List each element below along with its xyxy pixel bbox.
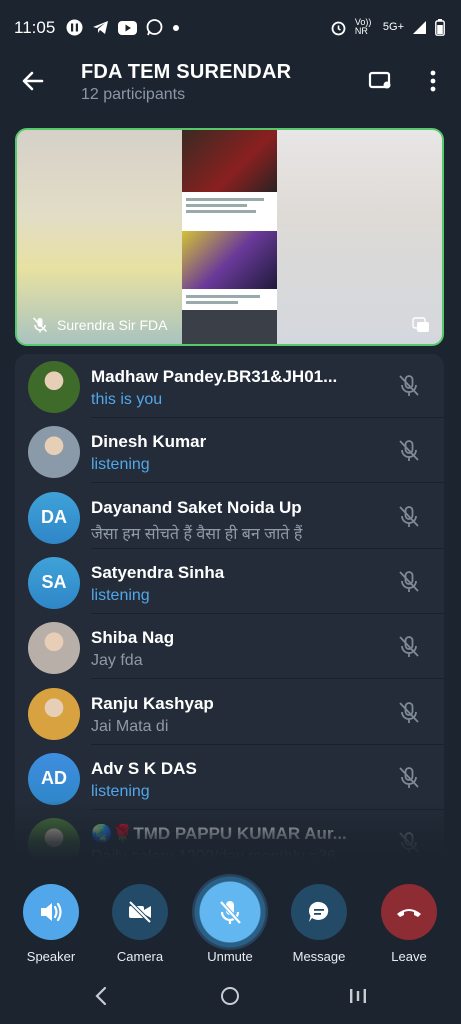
mic-muted-icon <box>32 317 48 333</box>
message-label: Message <box>292 949 346 964</box>
message-button[interactable] <box>291 884 347 940</box>
app-notification-icon <box>66 19 83 36</box>
video-tile[interactable]: Surendra Sir FDA <box>15 128 444 346</box>
participant-status: listening <box>91 456 150 474</box>
unmute-control[interactable]: Unmute <box>190 874 270 964</box>
video-speaker-name: Surendra Sir FDA <box>57 317 168 333</box>
message-icon <box>308 901 329 922</box>
system-nav-bar <box>0 972 461 1024</box>
telegram-icon <box>93 21 108 34</box>
leave-control[interactable]: Leave <box>369 884 449 964</box>
youtube-icon <box>118 20 137 35</box>
mic-off-icon <box>219 900 242 925</box>
speaker-icon <box>41 902 62 922</box>
speaker-button[interactable] <box>23 884 79 940</box>
call-title: FDA TEM SURENDAR <box>81 61 292 83</box>
participant-row[interactable]: DA Dayanand Saket Noida Up जैसा हम सोचते ह… <box>15 485 444 549</box>
call-header: FDA TEM SURENDAR 12 participants <box>0 56 461 120</box>
system-icons: Vo)) NR 5G+ <box>330 18 445 36</box>
video-blur-right <box>277 130 442 344</box>
row-divider <box>91 547 444 549</box>
mic-muted-icon <box>396 569 422 595</box>
whatsapp-icon <box>146 19 163 36</box>
shared-screen-image <box>182 130 277 344</box>
status-bar: 11:05 Vo)) NR 5G+ <box>0 0 461 56</box>
video-blur-left <box>17 130 182 344</box>
participant-name: Dinesh Kumar <box>91 432 207 452</box>
participant-row[interactable]: Shiba Nag Jay fda <box>15 615 444 680</box>
participant-avatar <box>28 361 80 413</box>
mic-muted-icon <box>396 373 422 399</box>
unmute-label: Unmute <box>207 949 253 964</box>
participant-status: listening <box>91 586 150 604</box>
notification-icons <box>66 19 180 36</box>
participant-name: Shiba Nag <box>91 628 175 648</box>
signal-icon <box>413 20 426 34</box>
participant-status: जैसा हम सोचते हैं वैसा ही बन जाते हैं <box>91 525 303 543</box>
participant-name: Satyendra Sinha <box>91 562 225 582</box>
more-options-icon[interactable] <box>420 68 446 94</box>
screen-share-icon[interactable] <box>367 68 393 94</box>
participant-avatar <box>28 622 80 675</box>
participant-count: 12 participants <box>81 86 186 103</box>
video-speaker-label: Surendra Sir FDA <box>31 316 167 334</box>
participant-status: this is you <box>91 391 163 408</box>
nav-back-icon[interactable] <box>93 986 109 1006</box>
leave-label: Leave <box>391 949 427 964</box>
list-fade <box>15 800 444 860</box>
nav-recents-icon[interactable] <box>348 986 368 1006</box>
row-divider <box>91 678 444 680</box>
camera-label: Camera <box>116 949 164 964</box>
call-controls: Speaker Camera Unmute Message Leave <box>0 872 461 972</box>
mic-muted-icon <box>396 504 422 530</box>
row-divider <box>91 482 444 484</box>
mic-muted-icon <box>396 634 422 660</box>
participant-row[interactable]: Ranju Kashyap Jai Mata di <box>15 681 444 745</box>
participant-name: Madhaw Pandey.BR31&JH01... <box>91 367 338 386</box>
participant-avatar: DA <box>28 491 80 544</box>
participant-status: listening <box>91 782 150 800</box>
participant-row[interactable]: SA Satyendra Sinha listening <box>15 550 444 614</box>
leave-button[interactable] <box>381 884 437 940</box>
participant-status: Jay fda <box>91 652 143 670</box>
speaker-label: Speaker <box>26 949 76 964</box>
participant-avatar: AD <box>28 752 80 805</box>
hang-up-icon <box>397 909 421 917</box>
participant-status: Jai Mata di <box>91 717 169 735</box>
camera-button[interactable] <box>112 884 168 940</box>
camera-control[interactable]: Camera <box>100 884 180 964</box>
participant-name: Ranju Kashyap <box>91 693 214 713</box>
speaker-control[interactable]: Speaker <box>11 884 91 964</box>
mic-muted-icon <box>396 700 422 726</box>
row-divider <box>91 417 444 418</box>
pip-icon[interactable] <box>412 317 430 333</box>
participant-list[interactable]: Madhaw Pandey.BR31&JH01... this is you Din… <box>15 354 444 860</box>
network-label: 5G+ <box>382 21 404 33</box>
participant-avatar <box>28 426 80 479</box>
alarm-icon <box>331 21 346 35</box>
clock: 11:05 <box>14 18 56 37</box>
row-divider <box>91 743 444 745</box>
battery-icon <box>435 18 445 36</box>
volte-label: Vo)) NR <box>354 17 372 36</box>
camera-off-icon <box>128 900 152 924</box>
participant-avatar: SA <box>28 556 80 609</box>
nav-home-icon[interactable] <box>220 986 240 1006</box>
dot-icon <box>173 24 179 31</box>
participant-name: Dayanand Saket Noida Up <box>91 497 302 517</box>
participant-avatar <box>28 687 80 740</box>
row-divider <box>91 612 444 614</box>
mic-muted-icon <box>396 765 422 791</box>
participant-row[interactable]: Madhaw Pandey.BR31&JH01... this is you <box>15 354 444 418</box>
mic-muted-icon <box>396 438 422 464</box>
message-control[interactable]: Message <box>279 884 359 964</box>
back-arrow-icon[interactable] <box>20 68 46 94</box>
participant-name: Adv S K DAS <box>91 758 197 778</box>
participant-row[interactable]: Dinesh Kumar listening <box>15 419 444 484</box>
unmute-button[interactable] <box>192 874 268 950</box>
